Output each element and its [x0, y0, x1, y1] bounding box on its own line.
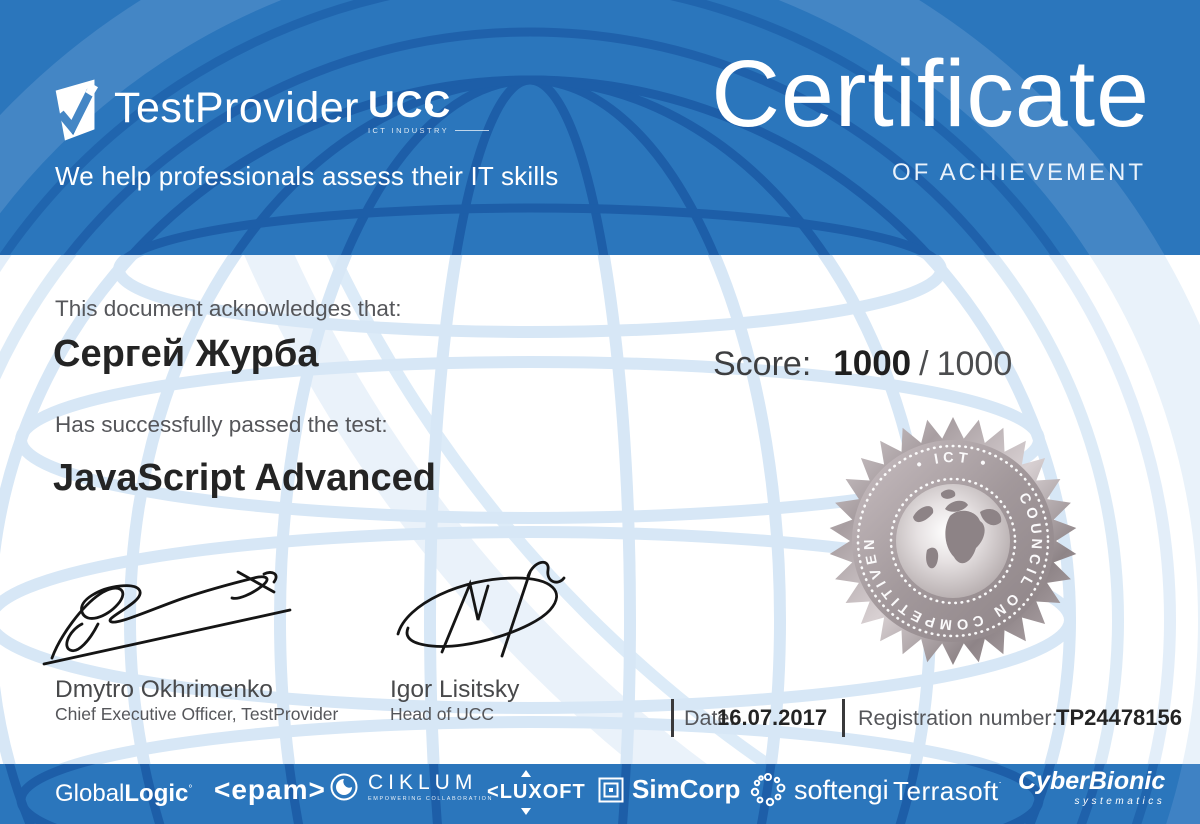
- passed-label: Has successfully passed the test:: [55, 412, 388, 437]
- logo-luxoft: < LUXOFT: [487, 770, 586, 815]
- luxoft-up-arrow-icon: [521, 770, 531, 777]
- score-separator: /: [919, 345, 929, 383]
- testprovider-checkmark-icon: [55, 79, 99, 141]
- brand-wordmark: TestProvider: [114, 84, 359, 132]
- meta-divider: [671, 699, 674, 737]
- signer-name: Dmytro Okhrimenko: [55, 676, 273, 703]
- certificate-page: TestProvider UCC ICT INDUSTRY We help pr…: [0, 0, 1200, 824]
- logo-terrasoft: Terrasoft˙: [893, 776, 1004, 806]
- luxoft-down-arrow-icon: [521, 808, 531, 815]
- cyberbionic-subtitle: systematics: [1074, 796, 1166, 807]
- score-row: Score: 1000 / 1000: [713, 344, 1012, 384]
- score-label: Score:: [713, 345, 812, 383]
- logo-globallogic: GlobalLogic°: [55, 780, 193, 807]
- signer-title: Head of UCC: [390, 704, 495, 724]
- acknowledge-label: This document acknowledges that:: [55, 296, 402, 321]
- logo-epam: <epam>: [214, 774, 326, 805]
- ucc-logo: UCC ICT INDUSTRY: [368, 84, 490, 135]
- ict-council-seal: • ICT • COUNCIL ON COMPETITIVENESS: [829, 417, 1077, 665]
- certificate-title: Certificate: [711, 41, 1150, 147]
- ciklum-tagline: EMPOWERING COLLABORATION: [368, 796, 494, 802]
- score-value: 1000: [833, 344, 912, 383]
- signer-name: Igor Lisitsky: [390, 676, 520, 703]
- logo-cyberbionic: CyberBionic systematics: [1018, 767, 1166, 808]
- score-max: 1000: [936, 345, 1013, 383]
- recipient-name: Сергей Журба: [53, 333, 319, 375]
- ucc-wordmark: UCC: [368, 84, 452, 125]
- certificate-subtitle: OF ACHIEVEMENT: [891, 159, 1146, 186]
- ucc-subtitle: ICT INDUSTRY: [368, 126, 450, 135]
- ucc-dot-icon: [424, 103, 433, 112]
- signature-dmytro: [42, 570, 292, 666]
- date-value: 16.07.2017: [717, 705, 828, 730]
- ciklum-icon: [330, 773, 358, 801]
- registration-value: TP24478156: [1056, 705, 1182, 730]
- logo-softengi: softengi: [748, 770, 889, 810]
- signature-igor: [396, 561, 566, 658]
- logo-ciklum: CIKLUM EMPOWERING COLLABORATION: [330, 772, 493, 802]
- signer-title: Chief Executive Officer, TestProvider: [55, 704, 339, 724]
- simcorp-icon: [598, 777, 624, 802]
- test-name: JavaScript Advanced: [53, 457, 436, 499]
- softengi-icon: [750, 773, 786, 807]
- ucc-divider: [455, 130, 490, 131]
- registration-label: Registration number:: [858, 706, 1058, 730]
- meta-divider: [842, 699, 845, 737]
- brand-tagline: We help professionals assess their IT sk…: [55, 161, 559, 191]
- logo-simcorp: SimCorp: [598, 774, 740, 805]
